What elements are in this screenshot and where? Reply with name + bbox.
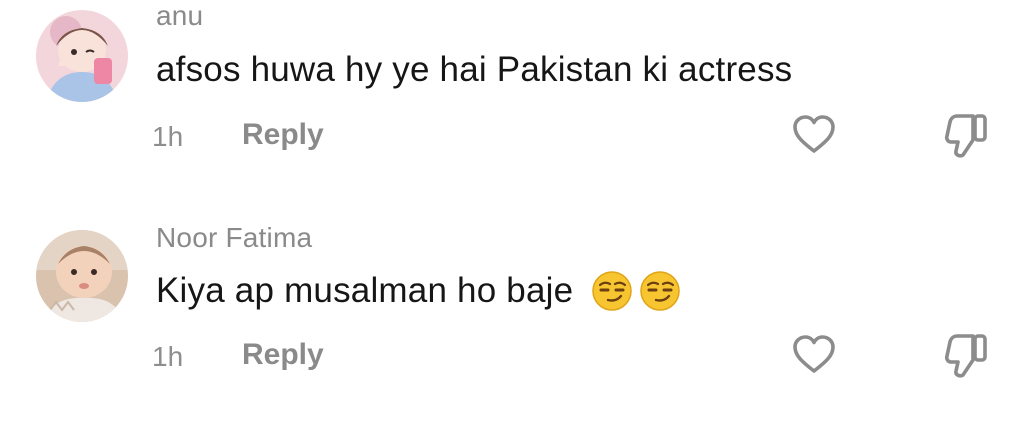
- dislike-button[interactable]: [943, 110, 991, 160]
- thumbs-down-icon: [944, 114, 987, 158]
- avatar[interactable]: [36, 230, 128, 322]
- thumbs-down-icon: [944, 334, 987, 378]
- comment-text: afsos huwa hy ye hai Pakistan ki actress: [156, 50, 792, 90]
- reply-button[interactable]: Reply: [242, 338, 324, 372]
- avatar[interactable]: [36, 10, 128, 102]
- heart-icon: [793, 335, 835, 373]
- heart-icon: [793, 115, 835, 153]
- smirking-face-emoji: [591, 270, 633, 312]
- comment-timestamp: 1h: [152, 341, 184, 372]
- reply-button[interactable]: Reply: [242, 118, 324, 152]
- comment-timestamp: 1h: [152, 121, 184, 152]
- comment-text: Kiya ap musalman ho baje: [156, 270, 681, 312]
- comment-username[interactable]: Noor Fatima: [156, 222, 312, 254]
- comment-text-content: Kiya ap musalman ho baje: [156, 271, 574, 310]
- like-button[interactable]: [791, 113, 837, 155]
- smirking-face-emoji: [639, 270, 681, 312]
- dislike-button[interactable]: [943, 330, 991, 380]
- like-button[interactable]: [791, 333, 837, 375]
- comment-text-content: afsos huwa hy ye hai Pakistan ki actress: [156, 50, 793, 89]
- comment-username[interactable]: anu: [156, 0, 203, 32]
